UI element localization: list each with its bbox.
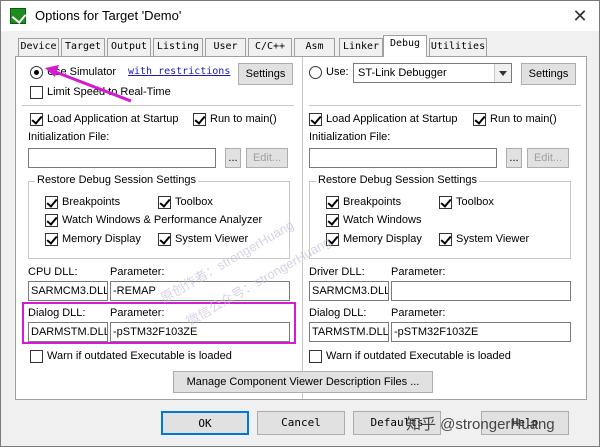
breakpoints-label: Breakpoints <box>62 196 121 208</box>
tab-target[interactable]: Target <box>61 38 105 56</box>
debugger-select[interactable]: ST-Link Debugger <box>353 63 512 83</box>
watch-windows-label: Watch Windows <box>343 214 422 226</box>
init-file-edit-button[interactable]: Edit... <box>246 148 288 168</box>
tab-linker[interactable]: Linker <box>339 38 383 56</box>
dialog-dll-param-label: Parameter: <box>391 307 446 319</box>
simulator-settings-button[interactable]: Settings <box>238 63 293 85</box>
system-viewer-label: System Viewer <box>456 233 530 245</box>
use-simulator-label: Use Simulator <box>47 66 117 78</box>
init-file-input[interactable] <box>28 148 216 168</box>
driver-dll-input[interactable]: SARMCM3.DLL <box>309 281 389 301</box>
watch-windows-checkbox[interactable] <box>45 214 58 227</box>
run-to-main-checkbox[interactable] <box>473 113 486 126</box>
debug-tab-page: Use Simulator with restrictions Settings… <box>15 56 587 400</box>
dialog-dll-input[interactable]: TARMSTM.DLL <box>309 322 389 342</box>
limit-speed-label: Limit Speed to Real-Time <box>47 86 171 98</box>
driver-dll-param-input[interactable] <box>391 281 571 301</box>
tab-asm[interactable]: Asm <box>294 38 335 56</box>
load-app-label: Load Application at Startup <box>326 113 458 125</box>
tab-debug[interactable]: Debug <box>383 35 427 57</box>
watch-windows-checkbox[interactable] <box>326 214 339 227</box>
restore-session-title: Restore Debug Session Settings <box>35 174 198 186</box>
load-app-checkbox[interactable] <box>30 113 43 126</box>
debugger-select-value: ST-Link Debugger <box>358 67 447 79</box>
debugger-column: Use: ST-Link Debugger Settings Load Appl… <box>302 57 587 399</box>
breakpoints-label: Breakpoints <box>343 196 402 208</box>
tab-c-cpp[interactable]: C/C++ <box>248 38 292 56</box>
tab-device[interactable]: Device <box>18 38 59 56</box>
tab-user[interactable]: User <box>205 38 246 56</box>
divider <box>22 105 294 106</box>
warn-outdated-label: Warn if outdated Executable is loaded <box>47 350 232 362</box>
breakpoints-checkbox[interactable] <box>326 196 339 209</box>
chevron-down-icon[interactable] <box>494 64 511 82</box>
breakpoints-checkbox[interactable] <box>45 196 58 209</box>
memory-display-label: Memory Display <box>62 233 141 245</box>
init-file-input[interactable] <box>309 148 497 168</box>
use-label: Use: <box>326 66 349 78</box>
run-to-main-checkbox[interactable] <box>193 113 206 126</box>
tab-strip: Device Target Output Listing User C/C++ … <box>1 35 599 57</box>
manage-component-viewer-button[interactable]: Manage Component Viewer Description File… <box>173 371 433 393</box>
use-debugger-radio[interactable] <box>309 66 322 79</box>
cpu-dll-input[interactable]: SARMCM3.DLL <box>28 281 108 301</box>
driver-dll-label: Driver DLL: <box>309 266 365 278</box>
init-file-edit-button[interactable]: Edit... <box>527 148 569 168</box>
memory-display-label: Memory Display <box>343 233 422 245</box>
load-app-label: Load Application at Startup <box>47 113 179 125</box>
dialog-dll-param-input[interactable]: -pSTM32F103ZE <box>391 322 571 342</box>
use-simulator-radio[interactable] <box>30 66 43 79</box>
close-icon[interactable]: ✕ <box>567 3 593 29</box>
simulator-column: Use Simulator with restrictions Settings… <box>16 57 301 399</box>
cancel-button[interactable]: Cancel <box>257 411 345 435</box>
init-file-label: Initialization File: <box>28 131 110 143</box>
init-file-browse-button[interactable]: ... <box>506 148 522 168</box>
zhihu-watermark: 知乎 @strongerHuang <box>406 416 555 433</box>
ok-button[interactable]: OK <box>161 411 249 435</box>
restore-session-group: Restore Debug Session Settings Breakpoin… <box>309 174 571 259</box>
annotation-highlight-box <box>22 302 296 344</box>
cpu-dll-label: CPU DLL: <box>28 266 78 278</box>
warn-outdated-label: Warn if outdated Executable is loaded <box>326 350 511 362</box>
init-file-browse-button[interactable]: ... <box>225 148 241 168</box>
driver-dll-param-label: Parameter: <box>391 266 446 278</box>
keil-app-icon <box>10 8 26 24</box>
window-title: Options for Target 'Demo' <box>35 8 182 23</box>
restore-session-title: Restore Debug Session Settings <box>316 174 479 186</box>
run-to-main-label: Run to main() <box>490 113 557 125</box>
memory-display-checkbox[interactable] <box>45 233 58 246</box>
warn-outdated-checkbox[interactable] <box>30 350 43 363</box>
init-file-label: Initialization File: <box>309 131 391 143</box>
system-viewer-checkbox[interactable] <box>439 233 452 246</box>
toolbox-label: Toolbox <box>456 196 494 208</box>
tab-output[interactable]: Output <box>107 38 151 56</box>
debugger-settings-button[interactable]: Settings <box>521 63 576 85</box>
system-viewer-checkbox[interactable] <box>158 233 171 246</box>
with-restrictions-link[interactable]: with restrictions <box>128 66 230 77</box>
toolbox-checkbox[interactable] <box>158 196 171 209</box>
run-to-main-label: Run to main() <box>210 113 277 125</box>
cpu-dll-param-label: Parameter: <box>110 266 165 278</box>
toolbox-checkbox[interactable] <box>439 196 452 209</box>
dialog-dll-label: Dialog DLL: <box>309 307 367 319</box>
watch-windows-label: Watch Windows & Performance Analyzer <box>62 214 263 226</box>
title-bar[interactable]: Options for Target 'Demo' ✕ <box>1 1 599 31</box>
divider <box>309 105 581 106</box>
options-dialog: Options for Target 'Demo' ✕ Device Targe… <box>0 0 600 447</box>
load-app-checkbox[interactable] <box>309 113 322 126</box>
warn-outdated-checkbox[interactable] <box>309 350 322 363</box>
tab-utilities[interactable]: Utilities <box>429 38 487 56</box>
toolbox-label: Toolbox <box>175 196 213 208</box>
tab-listing[interactable]: Listing <box>153 38 203 56</box>
limit-speed-checkbox[interactable] <box>30 86 43 99</box>
